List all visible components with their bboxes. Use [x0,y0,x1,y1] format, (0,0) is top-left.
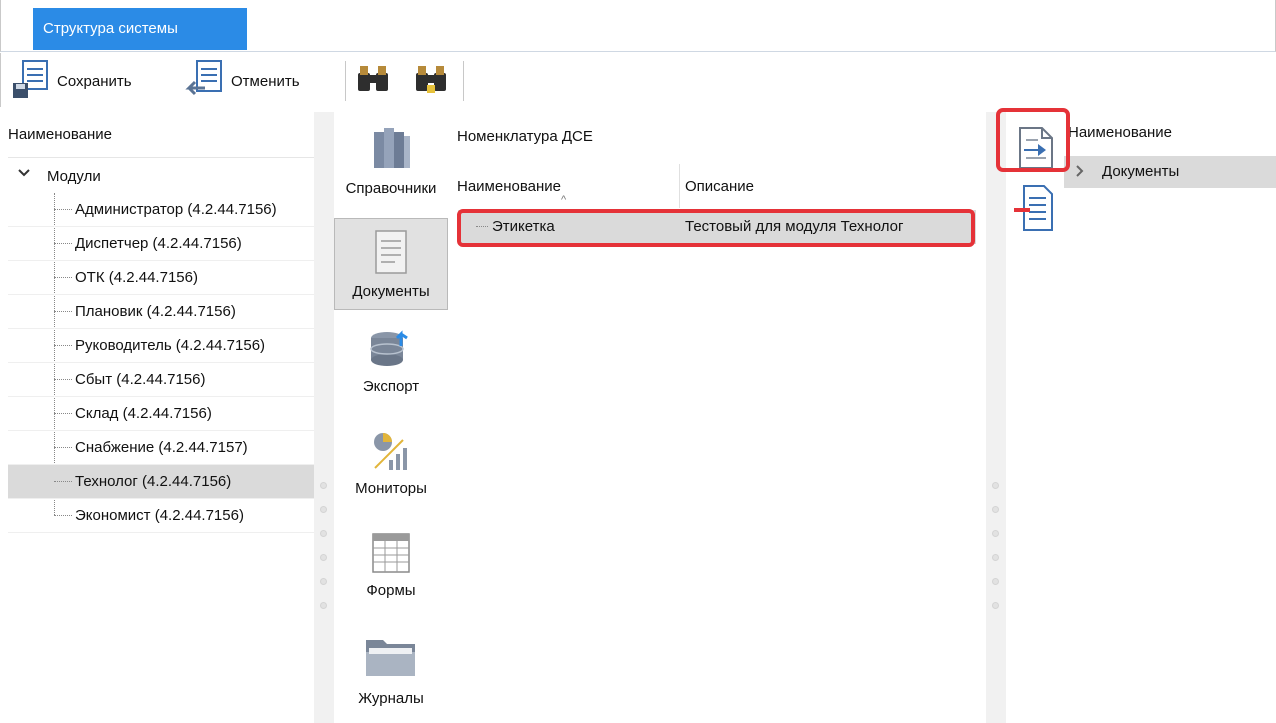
tree-connector [54,311,72,312]
tree-item-manager[interactable]: Руководитель (4.2.44.7156) [8,329,314,363]
monitor-chart-icon [367,430,415,476]
splitter-grip [320,482,327,489]
category-label: Экспорт [362,378,420,395]
form-table-icon [371,532,411,578]
tree-item-label: Снабжение (4.2.44.7157) [75,439,248,456]
list-item[interactable]: Документы [1064,156,1276,188]
tree-item-label: ОТК (4.2.44.7156) [75,269,198,286]
find-next-button[interactable] [413,61,449,101]
tree-header: Наименование [8,112,314,158]
category-journals[interactable]: Журналы [334,630,448,720]
tree-item-warehouse[interactable]: Склад (4.2.44.7156) [8,397,314,431]
tree-item-label: Склад (4.2.44.7156) [75,405,212,422]
tree-item-label: Администратор (4.2.44.7156) [75,201,277,218]
tree-connector [54,481,72,482]
splitter-grip [992,506,999,513]
sort-ascending-icon: ^ [561,194,567,206]
books-icon [368,122,414,176]
binoculars-next-icon [413,61,449,101]
splitter-grip [320,578,327,585]
binoculars-icon [355,61,391,101]
list-item-label: Документы [1102,163,1180,180]
toolbar-separator [345,61,346,101]
right-panel-header: Наименование [1068,124,1172,141]
tree-item-label: Сбыт (4.2.44.7156) [75,371,206,388]
tree-item-label: Экономист (4.2.44.7156) [75,507,244,524]
grid-title: Номенклатура ДСЕ [457,128,593,145]
category-label: Мониторы [355,480,427,497]
find-button[interactable] [355,61,391,101]
tree-item-sales[interactable]: Сбыт (4.2.44.7156) [8,363,314,397]
tree-connector [54,345,72,346]
tree-connector [54,277,72,278]
highlight-frame-row [457,209,975,247]
toolbar-separator [463,61,464,101]
tree-item-label: Руководитель (4.2.44.7156) [75,337,266,354]
splitter-grip [320,602,327,609]
documents-grid-panel: Номенклатура ДСЕ Наименование ^ Описание… [450,112,986,723]
tree-connector [54,209,72,210]
category-documents[interactable]: Документы [334,218,448,310]
tree-root-label: Модули [47,167,101,185]
category-directories[interactable]: Справочники [334,116,448,208]
category-forms[interactable]: Формы [334,532,448,612]
toolbar: Сохранить Отменить [0,53,1276,107]
splitter-right[interactable] [986,112,1006,723]
save-label: Сохранить [57,72,132,90]
save-button[interactable]: Сохранить [11,58,132,104]
tree-item-supply[interactable]: Снабжение (4.2.44.7157) [8,431,314,465]
tree-connector [54,515,72,516]
splitter-grip [992,554,999,561]
tree-item-label: Плановик (4.2.44.7156) [75,303,236,320]
category-monitors[interactable]: Мониторы [334,430,448,510]
tree-connector [54,379,72,380]
category-nav: Справочники Документы Экспорт Мониторы Ф… [334,112,450,723]
cancel-button[interactable]: Отменить [185,58,300,104]
cancel-icon [185,58,227,104]
splitter-grip [992,578,999,585]
tree-item-label: Диспетчер (4.2.44.7156) [75,235,242,252]
chevron-down-icon[interactable] [16,165,32,185]
category-label: Журналы [358,690,424,707]
tab-strip: Структура системы [0,0,1276,52]
category-export[interactable]: Экспорт [334,328,448,408]
grid-header: Наименование ^ Описание [450,164,986,208]
category-label: Документы [352,283,430,300]
splitter-grip [320,530,327,537]
splitter-grip [320,554,327,561]
tree-item-administrator[interactable]: Администратор (4.2.44.7156) [8,193,314,227]
remove-document-button[interactable] [1006,182,1064,238]
tree-item-dispatcher[interactable]: Диспетчер (4.2.44.7156) [8,227,314,261]
tree-connector [54,243,72,244]
cancel-label: Отменить [231,72,300,90]
splitter-left[interactable] [314,112,334,723]
column-divider[interactable] [679,164,680,208]
assigned-panel: Наименование Документы [1006,112,1276,723]
folder-icon [363,634,419,686]
tab-system-structure[interactable]: Структура системы [33,8,247,50]
document-icon [373,229,409,279]
modules-tree-panel: Наименование Модули Администратор (4.2.4… [8,112,314,723]
remove-document-icon [1012,184,1058,238]
tree-item-economist[interactable]: Экономист (4.2.44.7156) [8,499,314,533]
tree-connector [54,413,72,414]
tree-root-modules[interactable]: Модули [8,159,314,193]
chevron-right-icon[interactable] [1074,163,1086,183]
splitter-grip [992,602,999,609]
column-header-name[interactable]: Наименование [457,178,561,195]
tree-item-planner[interactable]: Плановик (4.2.44.7156) [8,295,314,329]
category-label: Формы [366,582,416,599]
category-label: Справочники [345,180,437,197]
tree-connector [54,447,72,448]
database-export-icon [367,328,415,374]
column-header-description[interactable]: Описание [685,178,754,195]
save-icon [11,58,53,104]
highlight-frame-button [996,108,1070,172]
tree-item-technologist[interactable]: Технолог (4.2.44.7156) [8,465,314,499]
splitter-grip [992,530,999,537]
splitter-grip [992,482,999,489]
tree-item-label: Технолог (4.2.44.7156) [75,473,232,490]
tree-item-otk[interactable]: ОТК (4.2.44.7156) [8,261,314,295]
splitter-grip [320,506,327,513]
